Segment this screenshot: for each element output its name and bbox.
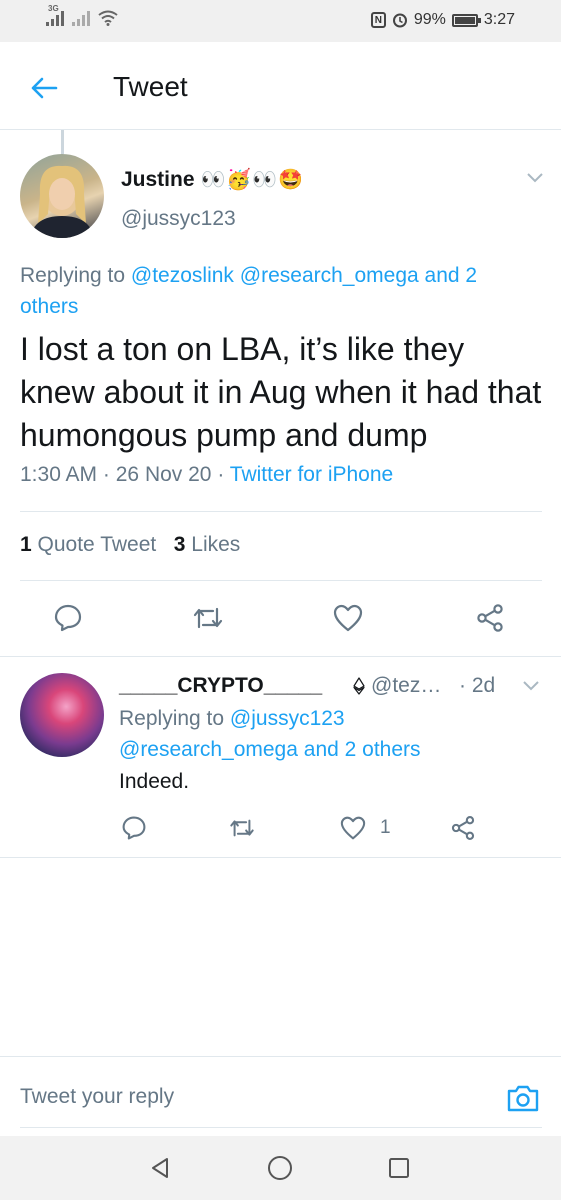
tweet-actions	[0, 594, 561, 644]
battery-percent: 99%	[413, 11, 446, 28]
nav-recents-button[interactable]	[381, 1150, 417, 1186]
compose-underline	[20, 1127, 542, 1128]
meta-separator: ·	[102, 463, 110, 486]
nfc-icon: N	[370, 12, 386, 28]
nav-back-button[interactable]	[142, 1150, 178, 1186]
battery-fill	[454, 16, 475, 24]
quote-count: 1	[20, 533, 32, 556]
retweet-icon	[193, 607, 223, 629]
author-name-text: Justine	[121, 167, 195, 191]
status-left: 3G	[46, 4, 118, 26]
others-link[interactable]: and 2 others	[304, 738, 421, 761]
tweet-text: I lost a ton on LBA, it’s like they knew…	[20, 331, 542, 453]
like-button[interactable]	[328, 598, 368, 638]
chevron-down-icon	[523, 681, 539, 691]
author-emoji: 👀🥳👀🤩	[200, 169, 305, 191]
like-count: 3	[173, 533, 186, 556]
signal-3g-icon: 3G	[46, 4, 64, 26]
chevron-down-icon	[527, 173, 543, 183]
alarm-icon	[392, 13, 407, 28]
reply-reply-button[interactable]	[121, 810, 147, 846]
tweet-date: 26 Nov 20	[115, 463, 212, 486]
reply-author-avatar[interactable]	[20, 673, 104, 757]
mention-link[interactable]: @research_omega	[240, 264, 419, 287]
mention-link[interactable]: @research_omega	[119, 738, 298, 761]
likes-label: Likes	[191, 533, 241, 556]
replying-to: Replying to @tezoslink @research_omega a…	[20, 260, 540, 322]
signal-no-service-icon	[72, 10, 90, 26]
mention-link[interactable]: @jussyc123	[230, 707, 345, 730]
quote-label: Quote Tweet	[37, 533, 157, 556]
meta-separator: ·	[217, 463, 225, 486]
reply-like-button[interactable]: 1	[340, 810, 391, 846]
retweet-button[interactable]	[188, 598, 228, 638]
reply-text: Indeed.	[119, 770, 190, 793]
reply-more-options-button[interactable]	[516, 674, 546, 698]
reply-header: _____CRYPTO_____ @tez… · 2d	[119, 674, 544, 702]
back-button[interactable]	[26, 70, 62, 106]
replying-prefix: Replying to	[119, 707, 225, 730]
divider	[0, 857, 561, 858]
status-right: N 99% 3:27	[370, 11, 515, 29]
system-nav-bar	[0, 1136, 561, 1200]
camera-button[interactable]	[506, 1081, 540, 1115]
reply-button[interactable]	[48, 598, 88, 638]
share-icon	[477, 604, 503, 632]
status-time: 3:27	[483, 11, 515, 28]
battery-icon	[451, 13, 481, 27]
engagement-counts: 1 Quote Tweet 3 Likes	[20, 533, 240, 557]
author-avatar[interactable]	[20, 154, 104, 238]
divider	[0, 656, 561, 657]
mention-link[interactable]: @tezoslink	[131, 264, 234, 287]
reply-share-button[interactable]	[450, 810, 476, 846]
status-bar: 3G N 99% 3:27	[0, 0, 561, 42]
more-options-button[interactable]	[520, 166, 550, 190]
camera-icon	[507, 1085, 539, 1112]
likes-stat[interactable]: 3 Likes	[174, 533, 241, 556]
reply-time: · 2d	[459, 674, 496, 697]
triangle-back-icon	[152, 1158, 168, 1178]
wifi-icon	[98, 10, 118, 26]
reply-retweet-button[interactable]	[228, 810, 256, 846]
heart-icon	[333, 604, 363, 632]
share-icon	[451, 816, 475, 840]
retweet-icon	[230, 819, 254, 837]
comment-icon	[54, 604, 82, 632]
divider	[20, 511, 542, 512]
divider	[20, 580, 542, 581]
header: Tweet	[0, 42, 561, 130]
nav-home-button[interactable]	[262, 1150, 298, 1186]
replying-prefix: Replying to	[20, 264, 126, 287]
tweet-meta: 1:30 AM · 26 Nov 20 · Twitter for iPhone	[20, 463, 393, 487]
page-title: Tweet	[113, 71, 188, 102]
reply-author-handle[interactable]: @tez…	[371, 674, 441, 698]
tweet-source-link[interactable]: Twitter for iPhone	[230, 463, 393, 486]
reply-actions: 1	[0, 810, 561, 846]
square-recents-icon	[389, 1158, 409, 1178]
avatar-image	[30, 165, 94, 238]
reply-like-count: 1	[380, 817, 391, 838]
arrow-left-icon	[31, 77, 58, 99]
ethereum-icon	[353, 677, 365, 695]
circle-home-icon	[268, 1156, 292, 1180]
author-handle[interactable]: @jussyc123	[121, 207, 236, 231]
author-name[interactable]: Justine 👀🥳👀🤩	[121, 167, 304, 192]
thread-line	[61, 130, 64, 154]
compose-bar	[0, 1056, 561, 1136]
quote-tweets-stat[interactable]: 1 Quote Tweet	[20, 533, 156, 556]
tweet-time: 1:30 AM	[20, 463, 98, 486]
comment-icon	[122, 816, 146, 840]
reply-author-name[interactable]: _____CRYPTO_____	[119, 674, 322, 698]
reply-replying-to: Replying to @jussyc123 @research_omega a…	[119, 703, 539, 765]
reply-input[interactable]	[20, 1075, 490, 1119]
heart-icon	[340, 816, 366, 840]
share-button[interactable]	[470, 598, 510, 638]
